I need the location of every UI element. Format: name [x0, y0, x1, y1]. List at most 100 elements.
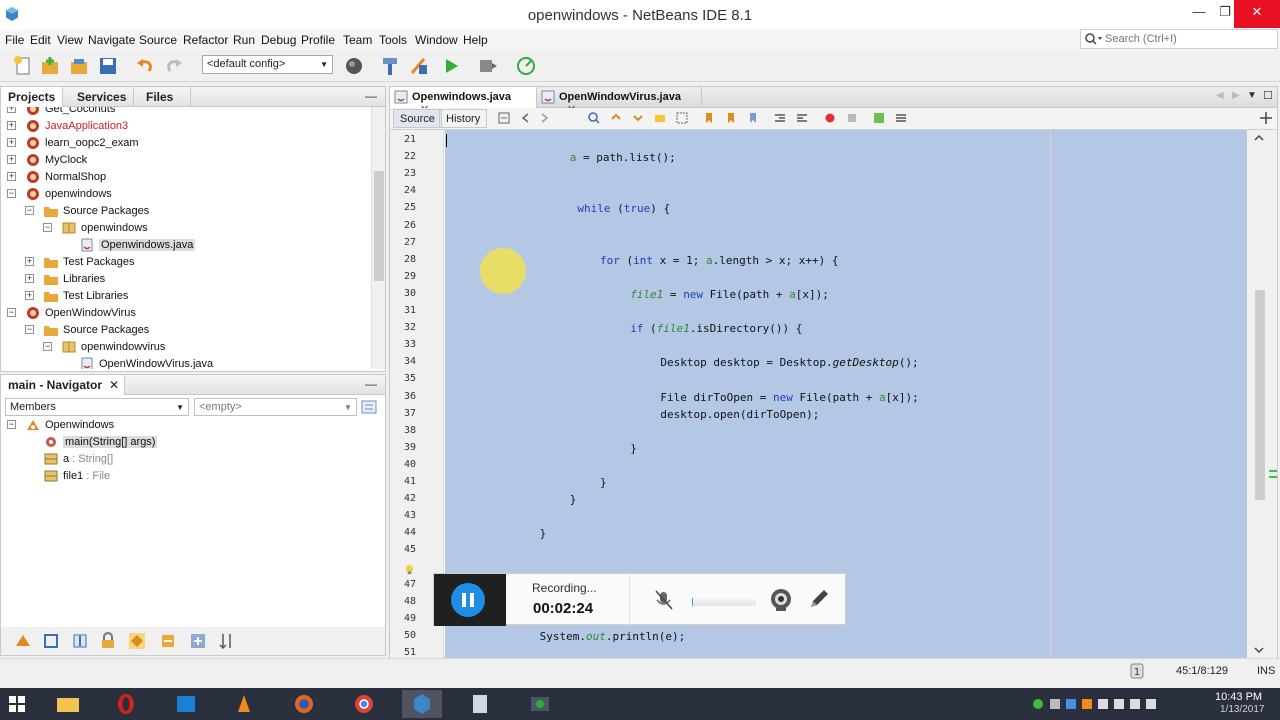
toggle-rectangular-selection-icon[interactable] — [675, 111, 689, 125]
fully-qualified-names-icon[interactable] — [188, 631, 208, 651]
quick-search[interactable] — [1080, 29, 1278, 49]
tab-openwindowvirus-java[interactable]: OpenWindowVirus.java ✕ — [537, 87, 702, 116]
recorder-app-icon[interactable] — [520, 690, 560, 718]
system-tray-icons[interactable] — [1030, 696, 1170, 712]
expand-icon[interactable]: + — [25, 274, 34, 283]
menu-team[interactable]: Team — [343, 33, 372, 47]
find-previous-icon[interactable] — [609, 111, 623, 125]
expand-icon[interactable]: + — [7, 172, 16, 181]
expand-icon[interactable]: + — [7, 138, 16, 147]
history-view-button[interactable]: History — [439, 109, 488, 128]
menu-profile[interactable]: Profile — [301, 33, 335, 47]
save-all-icon[interactable] — [97, 55, 119, 77]
menu-view[interactable]: View — [57, 33, 83, 47]
sort-by-name-icon[interactable] — [127, 631, 147, 651]
tree-item[interactable]: + Test Libraries — [1, 288, 371, 305]
debug-project-icon[interactable] — [476, 55, 498, 77]
lock-icon[interactable] — [98, 631, 118, 651]
filter-dropdown[interactable]: <empty> ▼ — [194, 398, 357, 416]
tree-item[interactable]: − OpenWindowVirus — [1, 305, 371, 322]
show-static-icon[interactable] — [70, 631, 90, 651]
scroll-up-icon[interactable] — [1253, 134, 1265, 142]
previous-bookmark-icon[interactable] — [702, 111, 716, 125]
find-next-icon[interactable] — [631, 111, 645, 125]
close-icon[interactable]: ✕ — [109, 378, 119, 392]
editor-scroll-thumb[interactable] — [1255, 290, 1265, 500]
menu-debug[interactable]: Debug — [261, 33, 296, 47]
tab-openwindows-java[interactable]: Openwindows.java ✕ — [390, 87, 537, 116]
collapse-icon[interactable]: − — [7, 308, 16, 317]
menu-file[interactable]: File — [5, 33, 24, 47]
menu-run[interactable]: Run — [233, 33, 255, 47]
expand-icon[interactable]: + — [7, 155, 16, 164]
undo-icon[interactable] — [134, 55, 156, 77]
notifications-icon[interactable]: 1 — [1129, 663, 1145, 679]
tree-item[interactable]: + MyClock — [1, 152, 371, 169]
tree-item[interactable]: − openwindows — [1, 220, 371, 237]
tree-item[interactable]: + learn_oopc2_exam — [1, 135, 371, 152]
navigator-member[interactable]: − Openwindows — [1, 417, 381, 434]
sort-options-icon[interactable] — [217, 631, 237, 651]
menu-edit[interactable]: Edit — [30, 33, 51, 47]
vlc-icon[interactable] — [224, 690, 264, 718]
tree-item[interactable]: − Source Packages — [1, 322, 371, 339]
stop-macro-recording-icon[interactable] — [845, 111, 859, 125]
uncomment-icon[interactable] — [894, 111, 908, 125]
firefox-icon[interactable] — [284, 690, 324, 718]
collapse-icon[interactable]: − — [25, 325, 34, 334]
document-app-icon[interactable] — [460, 690, 500, 718]
microphone-muted-icon[interactable] — [652, 589, 676, 611]
projects-scrollbar[interactable] — [371, 107, 385, 369]
run-project-icon[interactable] — [440, 55, 462, 77]
menu-help[interactable]: Help — [463, 33, 488, 47]
menu-tools[interactable]: Tools — [379, 33, 407, 47]
collapse-icon[interactable]: − — [7, 420, 16, 429]
tab-files[interactable]: Files — [139, 87, 191, 107]
pen-annotation-icon[interactable] — [807, 587, 831, 611]
collapse-icon[interactable]: − — [7, 189, 16, 198]
tree-item[interactable]: + Test Packages — [1, 254, 371, 271]
chrome-icon[interactable] — [344, 690, 384, 718]
close-window-button[interactable]: ✕ — [1234, 0, 1280, 28]
tree-item[interactable]: + NormalShop — [1, 169, 371, 186]
split-editor-icon[interactable] — [1259, 111, 1273, 125]
webcam-icon[interactable] — [768, 587, 794, 613]
new-project-icon[interactable] — [39, 55, 61, 77]
collapse-icon[interactable]: − — [43, 342, 52, 351]
editor-scrollbar[interactable] — [1247, 130, 1277, 658]
chevron-right-icon[interactable]: ▶ — [1232, 90, 1240, 101]
tree-item[interactable]: OpenWindowVirus.java — [1, 356, 371, 369]
change-marker[interactable] — [1269, 470, 1277, 472]
netbeans-taskbar-icon[interactable] — [402, 690, 442, 718]
collapse-icon[interactable]: − — [43, 223, 52, 232]
menu-window[interactable]: Window — [415, 33, 458, 47]
navigator-member[interactable]: file1 : File — [1, 468, 381, 485]
menu-navigate[interactable]: Navigate — [88, 33, 135, 47]
maximize-icon[interactable]: ☐ — [1263, 89, 1273, 102]
tab-projects[interactable]: Projects — [1, 87, 64, 107]
members-dropdown[interactable]: Members ▼ — [5, 398, 189, 416]
tree-item[interactable]: Openwindows.java — [1, 237, 371, 254]
chevron-left-icon[interactable]: ◀ — [1216, 90, 1224, 101]
next-bookmark-icon[interactable] — [724, 111, 738, 125]
expand-icon[interactable]: + — [7, 121, 16, 130]
open-project-icon[interactable] — [68, 55, 90, 77]
clock-time[interactable]: 10:43 PM — [1215, 691, 1262, 703]
navigator-member[interactable]: a : String[] — [1, 451, 381, 468]
windows-start-icon[interactable] — [0, 690, 34, 718]
tree-item[interactable]: − Source Packages — [1, 203, 371, 220]
redo-icon[interactable] — [163, 55, 185, 77]
last-edit-icon[interactable] — [497, 111, 511, 125]
toggle-bookmark-icon[interactable] — [746, 111, 760, 125]
profile-project-icon[interactable] — [515, 55, 537, 77]
show-fields-icon[interactable] — [41, 631, 61, 651]
toggle-highlight-icon[interactable] — [653, 111, 667, 125]
source-view-button[interactable]: Source — [393, 109, 442, 128]
tab-services[interactable]: Services — [70, 87, 135, 107]
menu-source[interactable]: Source — [139, 33, 177, 47]
start-macro-recording-icon[interactable] — [823, 111, 837, 125]
lightbulb-hint-icon[interactable] — [404, 564, 415, 575]
inherited-members-icon[interactable] — [13, 631, 33, 651]
expand-icon[interactable]: + — [25, 257, 34, 266]
chevron-down-icon[interactable]: ▼ — [1247, 90, 1257, 101]
